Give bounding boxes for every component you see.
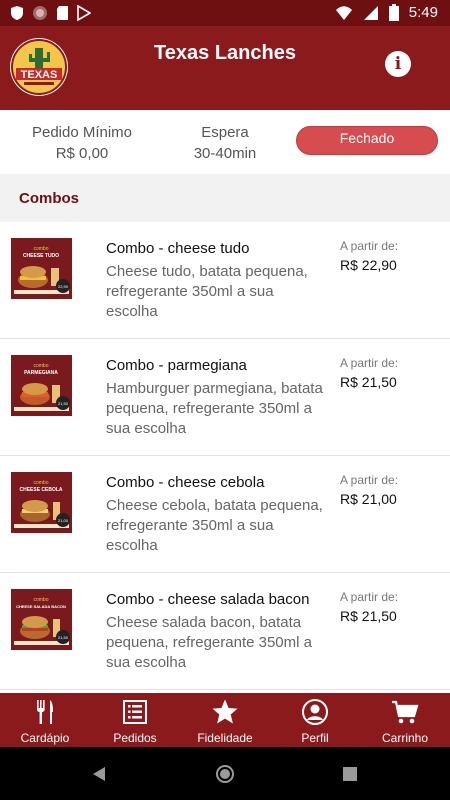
price-caption: A partir de: bbox=[340, 356, 399, 370]
nav-label: Perfil bbox=[301, 731, 329, 745]
shield-icon bbox=[11, 6, 23, 20]
min-order: Pedido Mínimo R$ 0,00 bbox=[22, 122, 142, 164]
status-bar: 5:49 bbox=[0, 0, 450, 26]
sd-card-icon bbox=[57, 6, 68, 20]
list-item[interactable]: combo CHEESE TUDO 22,90 Combo - cheese t… bbox=[0, 222, 450, 339]
nav-item-cardapio[interactable]: Cardápio bbox=[0, 693, 90, 747]
price-caption: A partir de: bbox=[340, 473, 399, 487]
back-icon[interactable] bbox=[92, 766, 106, 782]
svg-text:TEXAS: TEXAS bbox=[21, 69, 58, 81]
section-title: Combos bbox=[19, 190, 79, 207]
store-status-badge: Fechado bbox=[296, 126, 438, 155]
wait-value: 30-40min bbox=[193, 145, 257, 162]
nav-item-perfil[interactable]: Perfil bbox=[270, 693, 360, 747]
svg-text:CHEESE TUDO: CHEESE TUDO bbox=[23, 253, 59, 259]
status-time: 5:49 bbox=[408, 4, 438, 21]
product-description: Cheese salada bacon, batata pequena, ref… bbox=[106, 614, 312, 671]
svg-text:21,50: 21,50 bbox=[58, 635, 69, 640]
status-right-icons: 5:49 bbox=[335, 4, 438, 21]
nav-label: Fidelidade bbox=[197, 731, 253, 745]
section-header: Combos bbox=[0, 174, 450, 222]
home-icon[interactable] bbox=[215, 764, 235, 784]
list-icon bbox=[123, 700, 147, 724]
svg-text:combo: combo bbox=[33, 246, 48, 252]
battery-icon bbox=[388, 4, 399, 21]
cart-icon bbox=[392, 700, 419, 724]
price-caption: A partir de: bbox=[340, 590, 399, 604]
product-thumbnail: combo CHEESE SALADA BACON 21,50 bbox=[11, 589, 72, 650]
info-icon[interactable]: i bbox=[385, 51, 411, 77]
svg-text:combo: combo bbox=[33, 480, 48, 486]
list-item[interactable]: combo CHEESE SALADA BACON 21,50 Combo - … bbox=[0, 573, 450, 690]
app-title: Texas Lanches bbox=[154, 42, 296, 64]
svg-text:PARMEGIANA: PARMEGIANA bbox=[24, 370, 58, 376]
svg-text:CHEESE CEBOLA: CHEESE CEBOLA bbox=[19, 487, 62, 493]
nav-label: Cardápio bbox=[20, 731, 70, 745]
play-store-icon bbox=[77, 5, 91, 21]
list-item[interactable]: combo CHEESE CEBOLA 21,00 Combo - cheese… bbox=[0, 456, 450, 573]
product-price: R$ 21,00 bbox=[340, 491, 397, 507]
product-price: R$ 21,50 bbox=[340, 374, 397, 390]
fork-knife-icon bbox=[37, 700, 53, 724]
product-description: Hamburguer parmegiana, batata pequena, r… bbox=[106, 380, 323, 437]
svg-text:combo: combo bbox=[33, 363, 48, 369]
status-left-icons bbox=[10, 5, 91, 21]
nav-item-pedidos[interactable]: Pedidos bbox=[90, 693, 180, 747]
svg-text:21,50: 21,50 bbox=[58, 401, 69, 406]
product-name: Combo - cheese cebola bbox=[106, 474, 265, 491]
svg-text:CHEESE SALADA BACON: CHEESE SALADA BACON bbox=[16, 604, 66, 609]
nav-label: Pedidos bbox=[113, 731, 157, 745]
price-caption: A partir de: bbox=[340, 239, 399, 253]
product-name: Combo - cheese tudo bbox=[106, 240, 250, 257]
wait-label: Espera bbox=[201, 124, 249, 141]
recents-icon[interactable] bbox=[343, 767, 357, 781]
wait-time: Espera 30-40min bbox=[165, 122, 285, 164]
product-description: Cheese tudo, batata pequena, refregerant… bbox=[106, 263, 308, 320]
product-thumbnail: combo PARMEGIANA 21,50 bbox=[11, 355, 72, 416]
circle-icon bbox=[33, 6, 47, 20]
nav-item-fidelidade[interactable]: Fidelidade bbox=[180, 693, 270, 747]
app-bar: TEXAS Texas Lanches i bbox=[0, 26, 450, 110]
star-icon bbox=[212, 699, 238, 724]
product-price: R$ 22,90 bbox=[340, 257, 397, 273]
svg-text:22,90: 22,90 bbox=[58, 284, 69, 289]
bottom-navigation: Cardápio Pedidos Fidelidade Perfil Carri… bbox=[0, 693, 450, 747]
nav-item-carrinho[interactable]: Carrinho bbox=[360, 693, 450, 747]
product-price: R$ 21,50 bbox=[340, 608, 397, 624]
svg-text:combo: combo bbox=[33, 597, 48, 603]
system-navigation-bar bbox=[0, 747, 450, 800]
list-item[interactable]: combo PARMEGIANA 21,50 Combo - parmegian… bbox=[0, 339, 450, 456]
min-order-label: Pedido Mínimo bbox=[31, 124, 133, 141]
nav-label: Carrinho bbox=[381, 731, 429, 745]
product-list[interactable]: combo CHEESE TUDO 22,90 Combo - cheese t… bbox=[0, 222, 450, 692]
svg-text:21,00: 21,00 bbox=[58, 518, 69, 523]
signal-icon bbox=[363, 5, 378, 20]
product-thumbnail: combo CHEESE TUDO 22,90 bbox=[11, 238, 72, 299]
product-name: Combo - cheese salada bacon bbox=[106, 591, 310, 608]
person-icon bbox=[302, 699, 328, 725]
product-name: Combo - parmegiana bbox=[106, 357, 247, 374]
product-thumbnail: combo CHEESE CEBOLA 21,00 bbox=[11, 472, 72, 533]
store-info-row: Pedido Mínimo R$ 0,00 Espera 30-40min Fe… bbox=[0, 110, 450, 174]
product-description: Cheese cebola, batata pequena, refregera… bbox=[106, 497, 323, 554]
min-order-value: R$ 0,00 bbox=[55, 145, 109, 162]
wifi-icon bbox=[335, 5, 352, 20]
